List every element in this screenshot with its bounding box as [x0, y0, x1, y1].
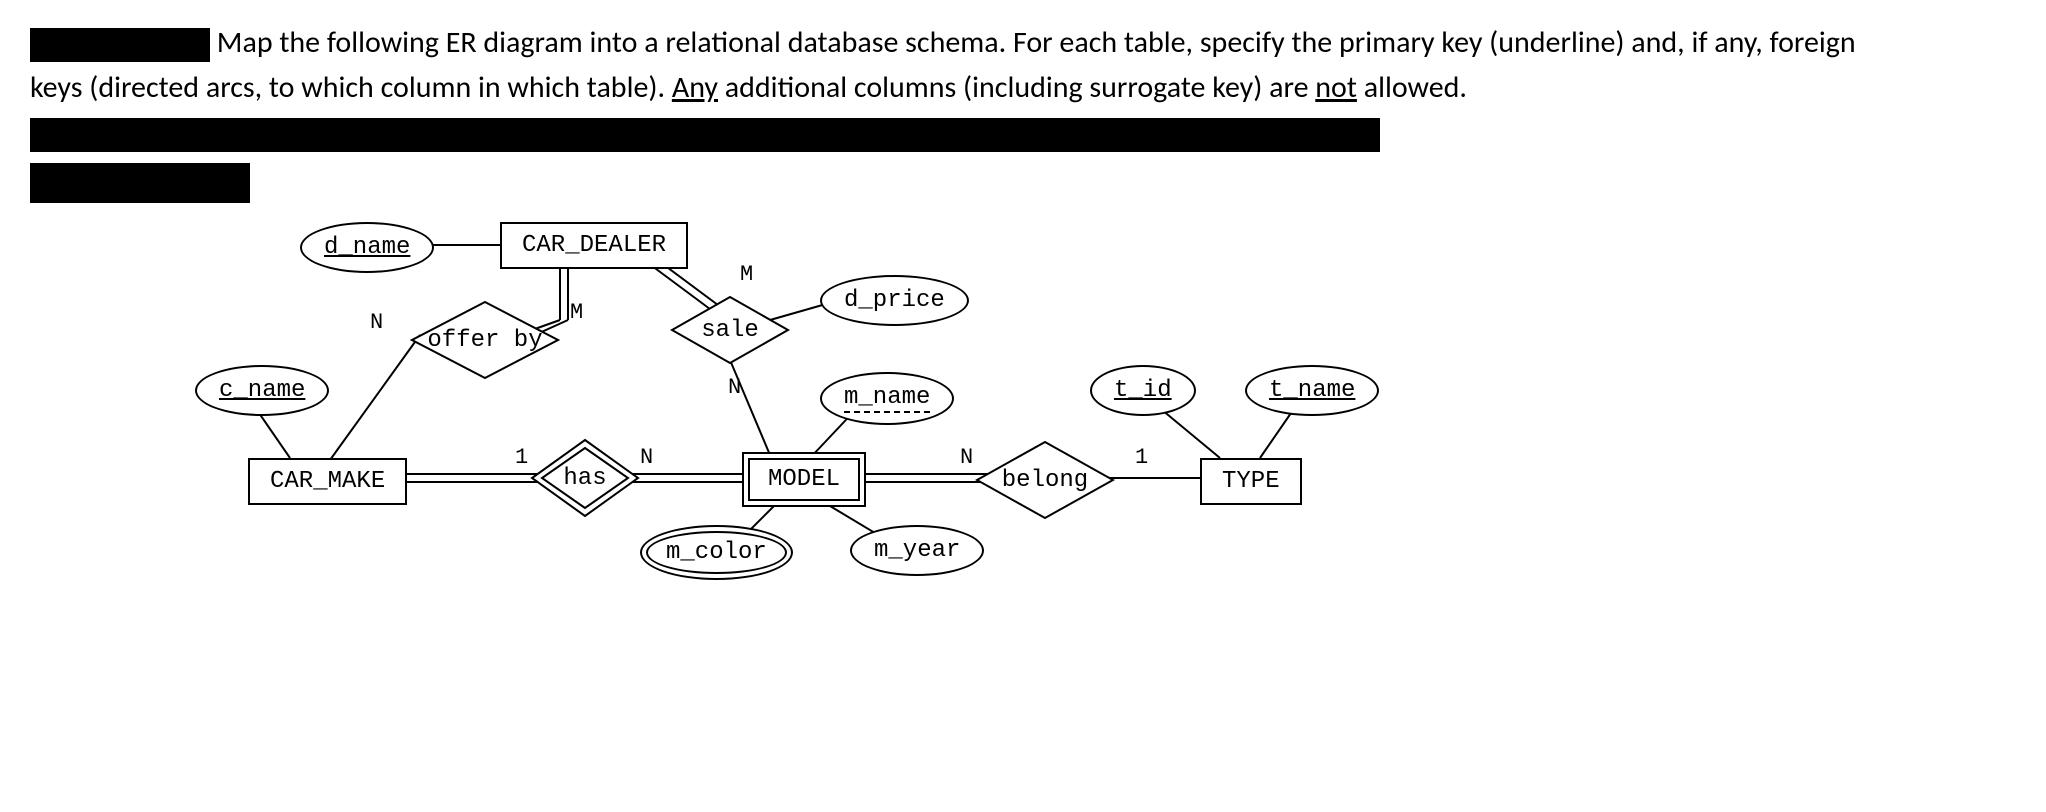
instruction-text-2: additional columns (including surrogate …: [718, 69, 1315, 106]
er-diagram: d_name CAR_DEALER c_name CAR_MAKE offer …: [0, 200, 2046, 800]
rel-offer-by: offer by: [410, 300, 560, 380]
entity-model-label: MODEL: [768, 466, 840, 493]
entity-type-label: TYPE: [1222, 468, 1280, 495]
entity-type: TYPE: [1200, 458, 1302, 505]
attr-t-id: t_id: [1090, 365, 1196, 416]
card-has-make: 1: [515, 445, 528, 470]
card-offer-by-make: N: [370, 310, 383, 335]
rel-has: has: [530, 438, 640, 518]
card-sale-dealer: M: [740, 262, 753, 287]
rel-sale-label: sale: [670, 295, 790, 365]
card-sale-model: N: [728, 375, 741, 400]
entity-model: MODEL: [742, 452, 866, 507]
attr-d-name: d_name: [300, 222, 434, 273]
entity-car-make-label: CAR_MAKE: [270, 468, 385, 495]
card-offer-by-dealer: M: [570, 300, 583, 325]
attr-m-color: m_color: [640, 525, 793, 580]
instruction-text-3: allowed.: [1357, 69, 1467, 106]
attr-c-name: c_name: [195, 365, 329, 416]
attr-m-color-label: m_color: [666, 539, 767, 566]
attr-m-name-label: m_name: [844, 384, 930, 413]
entity-car-make: CAR_MAKE: [248, 458, 407, 505]
attr-m-year-label: m_year: [874, 537, 960, 564]
entity-car-dealer-label: CAR_DEALER: [522, 232, 666, 259]
instruction-not: not: [1315, 69, 1357, 106]
card-belong-type: 1: [1135, 445, 1148, 470]
redacted-2: [30, 118, 1380, 152]
card-has-model: N: [640, 445, 653, 470]
rel-belong-label: belong: [975, 440, 1115, 520]
attr-t-name-label: t_name: [1269, 377, 1355, 404]
attr-t-id-label: t_id: [1114, 377, 1172, 404]
attr-c-name-label: c_name: [219, 377, 305, 404]
attr-t-name: t_name: [1245, 365, 1379, 416]
redacted-3: [30, 163, 250, 203]
rel-offer-by-label: offer by: [410, 300, 560, 380]
entity-car-dealer: CAR_DEALER: [500, 222, 688, 269]
instruction-block: Map the following ER diagram into a rela…: [30, 20, 1880, 203]
instruction-any: Any: [672, 69, 718, 106]
attr-d-price-label: d_price: [844, 287, 945, 314]
rel-has-label: has: [530, 438, 640, 518]
rel-sale: sale: [670, 295, 790, 365]
attr-d-price: d_price: [820, 275, 969, 326]
redacted-1: [30, 28, 210, 62]
attr-m-year: m_year: [850, 525, 984, 576]
card-belong-model: N: [960, 445, 973, 470]
attr-d-name-label: d_name: [324, 234, 410, 261]
rel-belong: belong: [975, 440, 1115, 520]
attr-m-name: m_name: [820, 372, 954, 425]
